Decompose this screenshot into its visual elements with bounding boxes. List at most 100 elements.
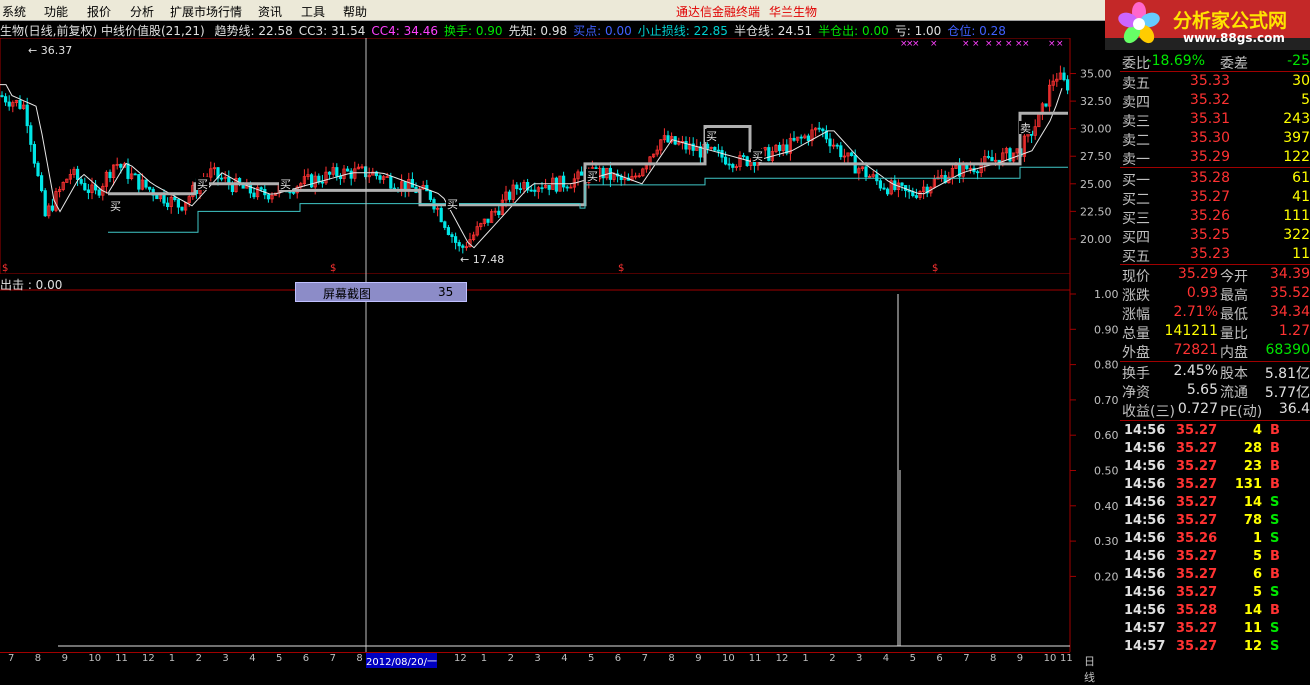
menu-item-quote[interactable]: 报价 xyxy=(87,3,111,20)
tooltip-label: 屏幕截图 xyxy=(323,287,372,301)
tick-row: 14:56 35.27 131 B xyxy=(1120,476,1310,494)
date-label: 2 xyxy=(507,653,514,664)
fund-label: 股本 xyxy=(1220,366,1248,382)
bid-volume: 41 xyxy=(1292,189,1310,205)
menu-item-system[interactable]: 系统 xyxy=(2,3,26,20)
candle-body xyxy=(821,128,825,132)
candle-body xyxy=(562,175,566,188)
cross-marker: × xyxy=(930,39,938,49)
stat-row: 总量 141211 量比 1.27 xyxy=(1120,322,1310,342)
candle-body xyxy=(309,174,314,188)
tick-side: B xyxy=(1270,603,1280,618)
candle-body xyxy=(335,167,339,177)
price-chart[interactable]: 35.00 32.50 30.00 27.50 25.00 22.50 20.00 ← 36.… xyxy=(0,38,1118,274)
stat-value: 34.34 xyxy=(1269,304,1310,320)
ask-volume: 5 xyxy=(1301,92,1310,108)
indicator-prefix: 生物(日线,前复权) 中线价值股(21,21) xyxy=(0,24,205,38)
ask-label: 卖一 xyxy=(1122,152,1150,168)
stat-value: 68390 xyxy=(1265,342,1310,358)
candle-body xyxy=(389,176,393,189)
bid-row: 买五 35.23 11 xyxy=(1120,245,1310,265)
tick-volume: 6 xyxy=(1252,567,1262,582)
menu-item-news[interactable]: 资讯 xyxy=(258,3,282,20)
bid-label: 买五 xyxy=(1122,249,1150,265)
date-label: 4 xyxy=(249,653,256,664)
stat-value: 1.27 xyxy=(1278,323,1310,339)
date-label: 10 xyxy=(722,653,735,664)
ask-price: 35.31 xyxy=(1189,111,1230,127)
sub-tick-label: 0.50 xyxy=(1094,465,1118,478)
candle-body xyxy=(727,163,731,166)
ask-label: 卖二 xyxy=(1122,133,1150,149)
menu-item-tools[interactable]: 工具 xyxy=(301,3,325,20)
candle-body xyxy=(446,227,451,236)
tick-row: 14:56 35.28 14 B xyxy=(1120,602,1310,620)
stat-label: 最低 xyxy=(1220,307,1248,323)
stat-value: 141211 xyxy=(1164,323,1218,339)
ask-row: 卖四 35.32 5 xyxy=(1120,91,1310,111)
bid-price: 35.25 xyxy=(1189,227,1230,243)
tick-side: B xyxy=(1270,459,1280,474)
candle-body xyxy=(507,191,512,200)
tick-time: 14:56 xyxy=(1124,423,1166,438)
fund-row: 收益(三) 0.727 PE(动) 36.4 xyxy=(1120,400,1310,420)
date-label: 4 xyxy=(561,653,568,664)
date-label: 5 xyxy=(909,653,916,664)
fund-label: 流通 xyxy=(1220,385,1248,401)
candle-body xyxy=(850,152,854,156)
date-label: 5 xyxy=(588,653,595,664)
moving-average-line xyxy=(0,84,1063,249)
order-ratio-row: 委比 -18.69% 委差 -25 xyxy=(1120,52,1310,72)
menu-item-function[interactable]: 功能 xyxy=(44,3,68,20)
tick-side: B xyxy=(1270,567,1280,582)
candle-body xyxy=(176,199,180,208)
candle-body xyxy=(713,146,717,151)
menu-item-extended-market[interactable]: 扩展市场行情 xyxy=(170,3,242,20)
menu-item-analysis[interactable]: 分析 xyxy=(130,3,154,20)
stat-value: 2.71% xyxy=(1173,304,1218,320)
candle-body xyxy=(529,189,533,192)
date-label: 12 xyxy=(775,653,789,664)
tick-price: 35.27 xyxy=(1176,459,1218,474)
date-label: 8 xyxy=(34,653,42,664)
bid-label: 买四 xyxy=(1122,230,1150,246)
candle-body xyxy=(864,166,868,178)
tick-side: B xyxy=(1270,441,1280,456)
indicator-header: 生物(日线,前复权) 中线价值股(21,21) 趋势线: 22.58 CC3: 3… xyxy=(0,22,1018,38)
date-label: 7 xyxy=(329,653,336,664)
candle-body xyxy=(580,171,584,176)
tick-volume: 5 xyxy=(1252,549,1262,564)
candle-body xyxy=(835,144,839,147)
fund-row: 换手 2.45% 股本 5.81亿 xyxy=(1120,362,1310,382)
bid-label: 买三 xyxy=(1122,211,1150,227)
bid-price: 35.28 xyxy=(1189,170,1230,186)
screenshot-tooltip[interactable]: 屏幕截图 35 xyxy=(295,282,467,302)
signal-label: 买 xyxy=(752,150,763,163)
tick-row: 14:56 35.27 4 B xyxy=(1120,422,1310,440)
date-label: 9 xyxy=(1016,653,1024,664)
indicator-subchart[interactable]: 1.00 0.90 0.80 0.70 0.60 0.50 0.40 0.30 0.20 xyxy=(0,274,1118,652)
candle-body xyxy=(119,163,123,168)
tick-time: 14:56 xyxy=(1124,459,1166,474)
candle-body xyxy=(886,188,890,195)
price-tick-label: 27.50 xyxy=(1080,150,1112,163)
sub-tick-label: 0.90 xyxy=(1094,323,1118,336)
bid-price: 35.27 xyxy=(1189,189,1230,205)
tick-time: 14:56 xyxy=(1124,603,1166,618)
candle-body xyxy=(799,136,803,139)
date-axis: 7 8 9 10 11 12 1 2 3 4 5 6 7 8 2012/08/20/一 12 1 2 3 4 5 6 7 8 9… xyxy=(0,652,1095,684)
candle-body xyxy=(976,171,980,174)
candle-body xyxy=(533,189,537,192)
stat-label: 总量 xyxy=(1122,326,1150,342)
period-label[interactable]: 日线 xyxy=(1084,653,1095,685)
candle-body xyxy=(547,184,551,190)
ask-volume: 30 xyxy=(1292,73,1310,89)
menu-item-help[interactable]: 帮助 xyxy=(343,3,367,20)
logo-text: 分析家公式网 xyxy=(1173,10,1288,32)
tick-side: S xyxy=(1270,495,1280,510)
sub-tick-label: 1.00 xyxy=(1094,288,1118,301)
ask-label: 卖四 xyxy=(1122,95,1150,111)
indicator-value-6: 小止损线: 22.85 xyxy=(637,24,728,38)
signal-label: 买 xyxy=(587,170,598,183)
date-label: 3 xyxy=(534,653,541,664)
